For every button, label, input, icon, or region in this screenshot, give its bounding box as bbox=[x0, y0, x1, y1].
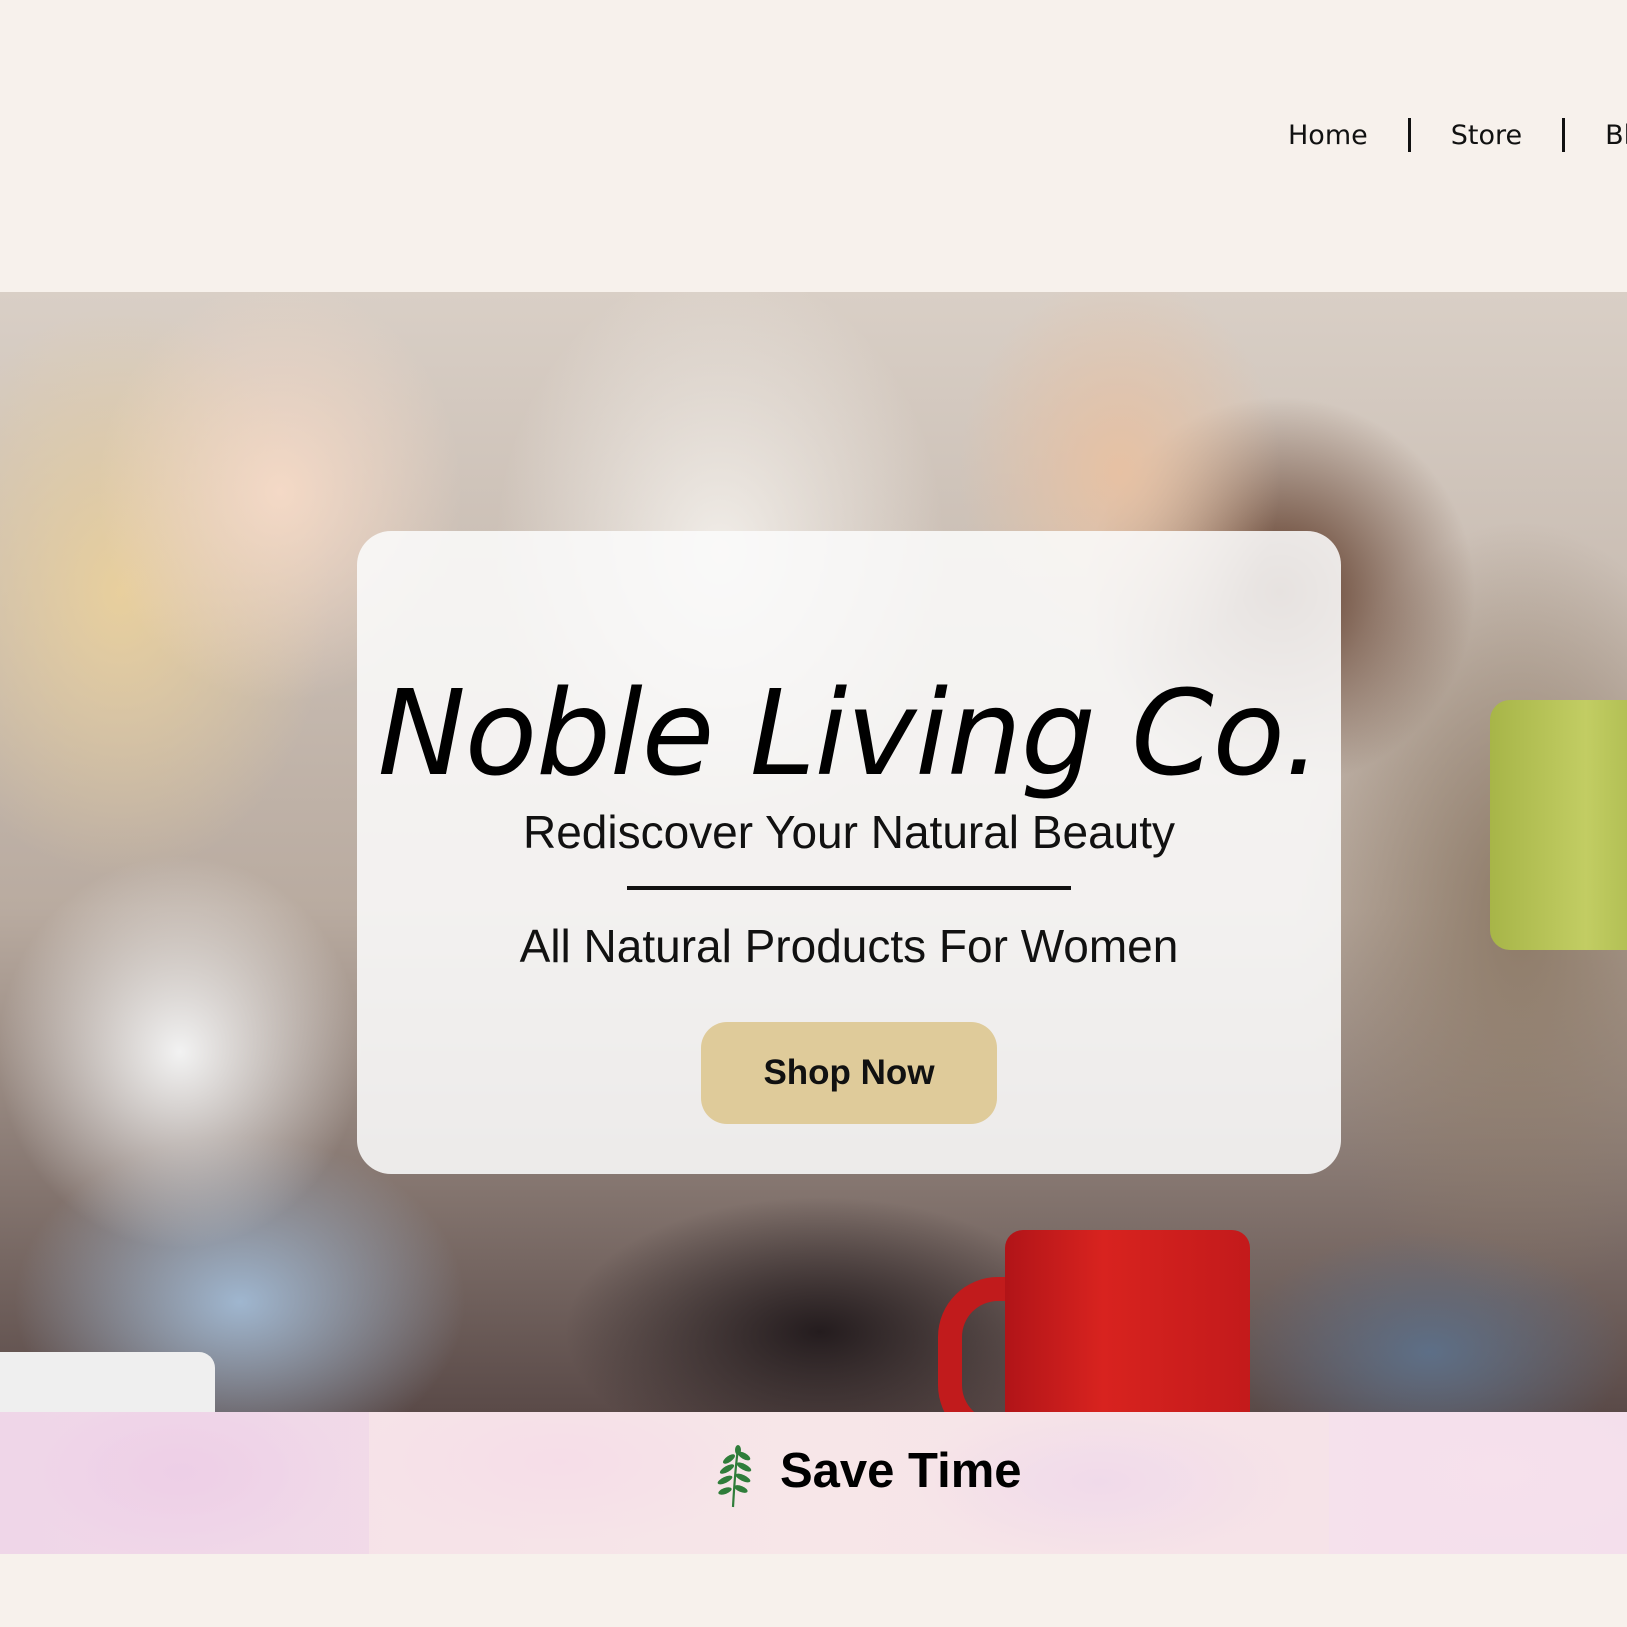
nav-blog-link[interactable]: Bl bbox=[1605, 120, 1627, 151]
hero-card: Noble Living Co. Rediscover Your Natural… bbox=[357, 531, 1341, 1174]
hero-photo-red-mug bbox=[1005, 1230, 1250, 1412]
feature-panel-right bbox=[1329, 1412, 1627, 1554]
footer-strip bbox=[0, 1554, 1627, 1627]
nav-store-link[interactable]: Store bbox=[1451, 120, 1522, 151]
hero-photo-green-mug bbox=[1490, 700, 1627, 950]
feature-save-time-label: Save Time bbox=[780, 1444, 1022, 1498]
herb-leaf-icon bbox=[717, 1445, 752, 1508]
hero-divider bbox=[627, 886, 1071, 890]
nav-home-link[interactable]: Home bbox=[1288, 120, 1368, 151]
feature-panel-left: ey bbox=[0, 1412, 369, 1554]
hero-tagline: Rediscover Your Natural Beauty bbox=[522, 806, 1176, 858]
site-header: Home Store Bl bbox=[0, 0, 1627, 292]
main-nav: Home Store Bl bbox=[1288, 118, 1627, 152]
shop-now-button[interactable]: Shop Now bbox=[701, 1022, 997, 1124]
nav-separator bbox=[1562, 118, 1566, 152]
nav-separator bbox=[1407, 118, 1411, 152]
brand-title: Noble Living Co. bbox=[377, 664, 1322, 803]
hero-subtagline: All Natural Products For Women bbox=[519, 920, 1179, 972]
features-band: ey Save Time bbox=[0, 1412, 1627, 1554]
hero-photo-cup bbox=[0, 1352, 215, 1412]
